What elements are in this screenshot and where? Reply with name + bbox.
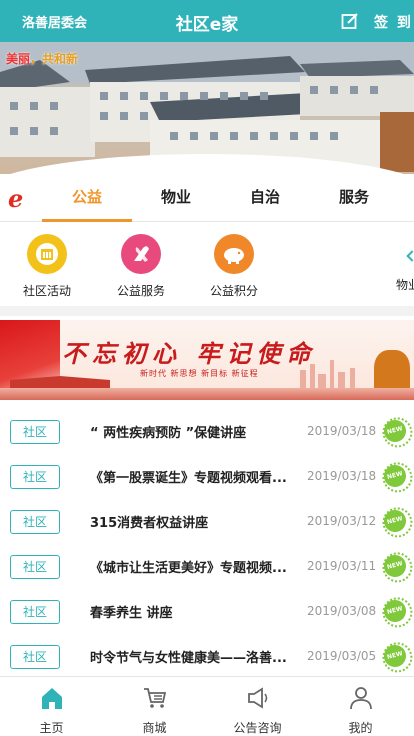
app-page: 洛善居委会 社区e家 签 到 美丽，共和新 e 公益 物业 自治 服务 社区活动… bbox=[0, 0, 414, 736]
nav-label: 公告咨询 bbox=[233, 721, 282, 735]
news-item[interactable]: 社区 “ 两性疾病预防 ”保健讲座 2019/03/18 NEW bbox=[0, 410, 414, 455]
piggy-bank-icon bbox=[214, 234, 254, 274]
banner-ground bbox=[0, 388, 414, 400]
news-tag: 社区 bbox=[10, 645, 60, 669]
bottom-nav: 主页 商城 公告咨询 我的 bbox=[0, 676, 414, 736]
category-public-service[interactable]: 公益服务 bbox=[101, 234, 181, 299]
news-title[interactable]: 时令节气与女性健康美——洛善... bbox=[90, 647, 304, 666]
nav-label: 商城 bbox=[142, 721, 167, 735]
building-icon bbox=[27, 234, 67, 274]
new-badge-icon: NEW bbox=[381, 417, 409, 445]
news-date: 2019/03/12 bbox=[307, 514, 377, 528]
news-title[interactable]: 春季养生 讲座 bbox=[90, 602, 304, 621]
chevron-icon[interactable] bbox=[406, 250, 414, 262]
slogan-part1: 美丽 bbox=[6, 52, 31, 66]
category-label: 公益积分 bbox=[209, 284, 258, 298]
heart-ribbon-icon bbox=[121, 234, 161, 274]
category-label: 公益服务 bbox=[116, 284, 165, 298]
tab-fuwu[interactable]: 服务 bbox=[309, 174, 399, 222]
nav-mine[interactable]: 我的 bbox=[309, 677, 412, 736]
news-date: 2019/03/08 bbox=[307, 604, 377, 618]
news-item[interactable]: 社区 《城市让生活更美好》专题视频... 2019/03/11 NEW bbox=[0, 545, 414, 590]
news-item[interactable]: 社区 时令节气与女性健康美——洛善... 2019/03/05 NEW bbox=[0, 635, 414, 680]
news-date: 2019/03/05 bbox=[307, 649, 377, 663]
home-icon bbox=[41, 688, 62, 709]
sign-in-button[interactable]: 签 到 bbox=[374, 12, 413, 32]
top-bar: 洛善居委会 社区e家 签 到 bbox=[0, 0, 414, 42]
news-title[interactable]: 315消费者权益讲座 bbox=[90, 512, 304, 531]
tab-zizhi[interactable]: 自治 bbox=[220, 174, 310, 222]
slogan-part2: 共和新 bbox=[42, 52, 79, 66]
news-date: 2019/03/11 bbox=[307, 559, 377, 573]
news-title[interactable]: 《第一股票诞生》专题视频观看... bbox=[90, 467, 304, 486]
e-logo-icon: e bbox=[8, 184, 24, 213]
nav-label: 我的 bbox=[348, 721, 373, 735]
nav-label: 主页 bbox=[39, 721, 64, 735]
tab-wuye[interactable]: 物业 bbox=[131, 174, 221, 222]
new-badge-icon: NEW bbox=[381, 642, 409, 670]
news-tag: 社区 bbox=[10, 420, 60, 444]
category-label: 社区活动 bbox=[22, 284, 71, 298]
promo-subtitle: 新时代 新思想 新目标 新征程 bbox=[140, 369, 259, 378]
nav-mall[interactable]: 商城 bbox=[103, 677, 206, 736]
category-community-activity[interactable]: 社区活动 bbox=[7, 234, 87, 299]
new-badge-icon: NEW bbox=[381, 462, 409, 490]
nav-home[interactable]: 主页 bbox=[0, 677, 103, 736]
news-tag: 社区 bbox=[10, 465, 60, 489]
promo-title: 不忘初心 牢记使命 bbox=[62, 339, 317, 368]
news-item[interactable]: 社区 春季养生 讲座 2019/03/08 NEW bbox=[0, 590, 414, 635]
new-badge-icon: NEW bbox=[381, 597, 409, 625]
news-date: 2019/03/18 bbox=[307, 469, 377, 483]
tab-gongyi[interactable]: 公益 bbox=[42, 174, 132, 222]
hero-banner[interactable]: 美丽，共和新 bbox=[0, 42, 414, 174]
news-tag: 社区 bbox=[10, 510, 60, 534]
edit-icon[interactable] bbox=[341, 12, 359, 30]
section-divider bbox=[0, 306, 414, 316]
news-title[interactable]: “ 两性疾病预防 ”保健讲座 bbox=[90, 422, 304, 441]
banner-slogan: 美丽，共和新 bbox=[6, 52, 79, 66]
new-badge-icon: NEW bbox=[381, 507, 409, 535]
news-item[interactable]: 社区 315消费者权益讲座 2019/03/12 NEW bbox=[0, 500, 414, 545]
new-badge-icon: NEW bbox=[381, 552, 409, 580]
category-property-partial[interactable]: 物业 bbox=[396, 276, 414, 293]
category-tabs: e 公益 物业 自治 服务 bbox=[0, 174, 414, 222]
category-icons: 社区活动 公益服务 公益积分 物业 bbox=[0, 222, 414, 306]
user-icon bbox=[349, 687, 372, 710]
news-tag: 社区 bbox=[10, 555, 60, 579]
news-date: 2019/03/18 bbox=[307, 424, 377, 438]
megaphone-icon bbox=[247, 687, 267, 709]
promo-banner[interactable]: 不忘初心 牢记使命 新时代 新思想 新目标 新征程 bbox=[0, 320, 414, 400]
news-item[interactable]: 社区 《第一股票诞生》专题视频观看... 2019/03/18 NEW bbox=[0, 455, 414, 500]
cart-icon bbox=[143, 688, 166, 708]
news-title[interactable]: 《城市让生活更美好》专题视频... bbox=[90, 557, 304, 576]
news-tag: 社区 bbox=[10, 600, 60, 624]
category-public-points[interactable]: 公益积分 bbox=[194, 234, 274, 299]
nav-notice[interactable]: 公告咨询 bbox=[206, 677, 309, 736]
